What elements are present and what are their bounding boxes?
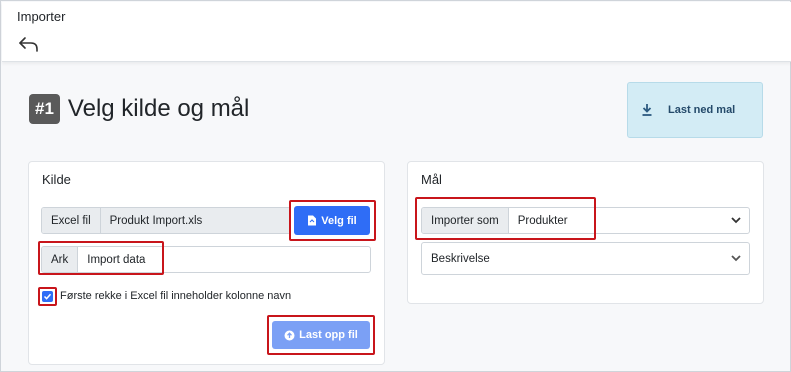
- chevron-down-icon: [731, 255, 741, 262]
- step-badge: #1: [29, 94, 60, 124]
- sheet-group[interactable]: Ark Import data: [41, 246, 371, 273]
- import-as-label: Importer som: [422, 208, 509, 233]
- excel-file-field: Produkt Import.xls: [100, 208, 290, 233]
- choose-file-button[interactable]: Velg fil: [294, 206, 370, 235]
- chevron-down-icon: [731, 217, 741, 224]
- download-template-label: Last ned mal: [668, 104, 736, 116]
- description-select[interactable]: Beskrivelse: [421, 242, 750, 275]
- import-as-select[interactable]: Importer som Produkter: [421, 207, 750, 234]
- page-heading: #1 Velg kilde og mål: [29, 94, 249, 124]
- file-icon: [308, 215, 317, 226]
- header-row-checkbox-label: Første rekke i Excel fil inneholder kolo…: [60, 290, 292, 302]
- back-arrow-icon[interactable]: [18, 35, 40, 53]
- top-bar: Importer: [2, 2, 791, 62]
- download-icon: [642, 104, 652, 116]
- source-card-title: Kilde: [42, 172, 71, 187]
- page-title: Velg kilde og mål: [67, 95, 250, 122]
- excel-file-label: Excel fil: [42, 208, 101, 233]
- choose-file-label: Velg fil: [321, 214, 357, 227]
- description-select-value: Beskrivelse: [431, 252, 490, 265]
- download-template-button[interactable]: Last ned mal: [627, 82, 763, 138]
- upload-circle-icon: [284, 330, 295, 340]
- sheet-field[interactable]: Import data: [78, 247, 370, 272]
- excel-file-group: Excel fil Produkt Import.xls: [41, 207, 291, 234]
- app-title: Importer: [17, 9, 66, 24]
- upload-file-label: Last opp fil: [299, 329, 358, 341]
- target-card-title: Mål: [421, 172, 442, 187]
- app-window: Importer #1 Velg kilde og mål Last ned m…: [0, 0, 791, 372]
- header-row-checkbox[interactable]: [42, 291, 53, 302]
- sheet-label: Ark: [42, 247, 79, 272]
- upload-file-button[interactable]: Last opp fil: [272, 321, 370, 349]
- import-as-value[interactable]: Produkter: [509, 215, 749, 227]
